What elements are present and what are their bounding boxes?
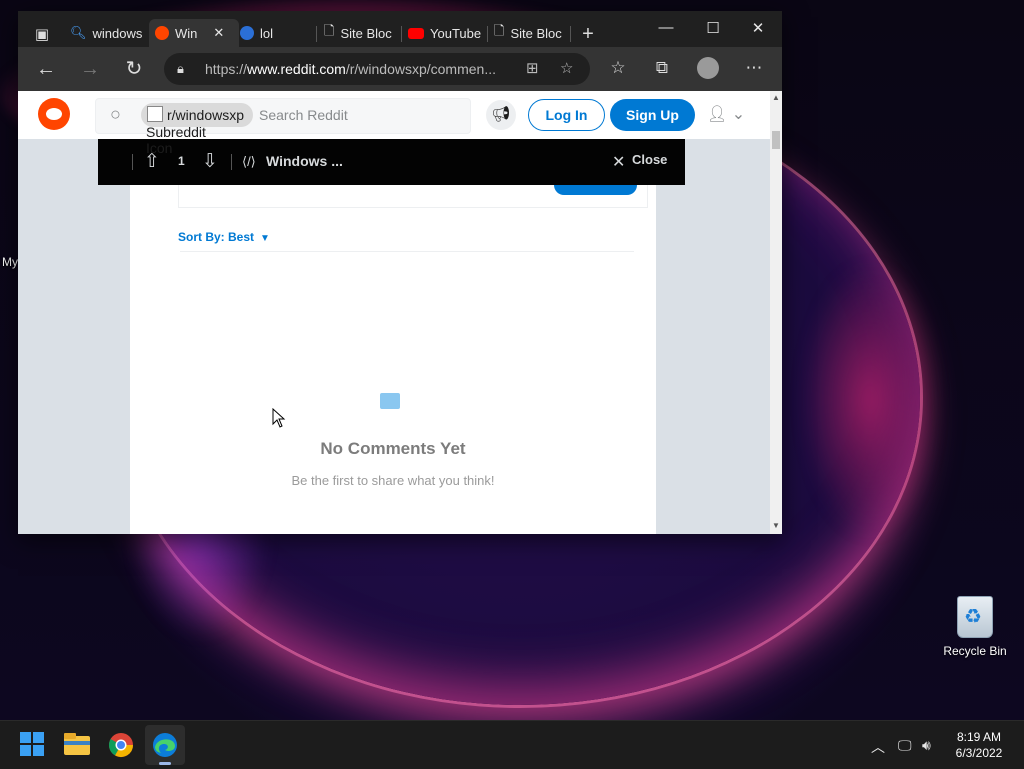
tab-separator <box>570 26 571 42</box>
tab-label: Site Bloc <box>510 25 562 41</box>
login-button[interactable]: Log In <box>528 99 605 131</box>
url-text[interactable]: https://www.reddit.com/r/windowsxp/comme… <box>205 53 510 85</box>
app-available-icon[interactable]: ⊞ <box>526 53 539 85</box>
scroll-thumb[interactable] <box>772 131 780 149</box>
recycle-bin-icon <box>957 596 993 638</box>
clock-date: 6/3/2022 <box>955 746 1003 760</box>
broken-image-icon <box>147 106 163 122</box>
tab-label: lol <box>260 25 274 41</box>
tab-separator <box>401 26 402 42</box>
page-icon: 🗋 <box>324 23 335 38</box>
windows-start-icon[interactable] <box>19 731 47 759</box>
comments-card: Sort By: Best ▼ No Comments Yet Be the fi… <box>130 185 656 534</box>
profile-avatar[interactable] <box>697 57 719 79</box>
overlay-separator <box>132 154 133 170</box>
advertise-megaphone-icon[interactable]: 📢︎ <box>486 100 516 130</box>
divider <box>180 251 634 252</box>
active-indicator <box>159 762 171 765</box>
subreddit-chip-label: r/windowsxp <box>167 107 245 123</box>
tab-label: Site Bloc <box>340 25 392 41</box>
recycle-bin-label: Recycle Bin <box>943 644 1007 658</box>
close-window-icon[interactable]: ✕ <box>736 19 780 37</box>
more-menu-icon[interactable]: ⋯ <box>742 58 766 78</box>
edge-icon <box>153 733 177 757</box>
tab-actions-icon[interactable]: ▣ <box>30 25 54 43</box>
volume-icon[interactable]: 🔊︎ <box>922 737 931 754</box>
tab-lol[interactable]: lol <box>240 19 320 47</box>
vote-count: 1 <box>178 154 185 168</box>
tab-label: YouTube <box>430 25 482 41</box>
recycle-bin-shortcut[interactable]: Recycle Bin <box>940 596 1010 658</box>
search-input[interactable]: Search Reddit <box>259 107 348 123</box>
show-hidden-icons[interactable]: ︿ <box>871 737 885 757</box>
forward-icon[interactable]: → <box>78 57 102 81</box>
taskbar-clock[interactable]: 8:19 AM 6/3/2022 <box>946 729 1012 761</box>
sort-dropdown[interactable]: Sort By: Best ▼ <box>178 230 270 244</box>
chrome-icon[interactable] <box>107 731 135 759</box>
clock-time: 8:19 AM <box>956 730 1002 744</box>
taskbar: ︿ 🖵︎ 🔊︎ 8:19 AM 6/3/2022 <box>0 720 1024 769</box>
page-viewport: ○ r/windowsxp Search Reddit 📢︎ Log In Si… <box>18 91 782 534</box>
scroll-down-icon[interactable]: ▼ <box>772 521 780 530</box>
minimize-icon[interactable]: — <box>644 19 688 36</box>
tab-label: windows <box>92 25 143 41</box>
reddit-header: ○ r/windowsxp Search Reddit 📢︎ Log In Si… <box>18 91 770 139</box>
tab-separator <box>487 26 488 42</box>
tab-site-blocker-2[interactable]: 🗋 Site Bloc <box>494 19 566 47</box>
new-tab-icon[interactable]: + <box>576 23 600 46</box>
collections-icon[interactable]: ⧉ <box>650 58 674 78</box>
post-title[interactable]: Windows ... <box>266 153 343 169</box>
file-explorer-icon[interactable] <box>63 731 91 759</box>
close-button[interactable]: Close <box>632 152 667 167</box>
back-icon[interactable]: ← <box>34 57 58 81</box>
caret-down-icon: ▼ <box>260 233 270 244</box>
reddit-icon <box>155 26 169 40</box>
url-path: /r/windowsxp/commen... <box>345 61 497 77</box>
reddit-logo-icon[interactable] <box>38 98 70 130</box>
search-icon: 🔍︎ <box>70 25 87 40</box>
tab-separator <box>316 26 317 42</box>
favorites-icon[interactable]: ☆ <box>606 58 630 78</box>
subreddit-icon-alt-text: Subreddit Icon <box>146 124 206 156</box>
search-icon: ○ <box>110 104 121 124</box>
tab-windows[interactable]: 🔍︎ windows <box>70 19 152 47</box>
add-favorite-icon[interactable]: ☆ <box>560 53 573 85</box>
url-host: www.reddit.com <box>247 61 346 77</box>
lock-icon[interactable]: 🔒︎ <box>177 53 184 85</box>
scroll-up-icon[interactable]: ▲ <box>772 93 780 102</box>
tab-reddit-active[interactable]: Win ✕ <box>149 19 239 47</box>
tab-youtube[interactable]: YouTube <box>408 19 488 47</box>
maximize-icon[interactable]: ☐ <box>691 19 735 37</box>
comment-box[interactable] <box>178 185 648 208</box>
edge-icon <box>240 26 254 40</box>
signup-button[interactable]: Sign Up <box>610 99 695 131</box>
network-icon[interactable]: 🖵︎ <box>898 737 912 754</box>
tab-site-blocker-1[interactable]: 🗋 Site Bloc <box>324 19 398 47</box>
tab-strip: ▣ 🔍︎ windows Win ✕ lol 🗋 Site Bloc YouTu… <box>18 11 782 47</box>
address-bar[interactable]: 🔒︎ https://www.reddit.com/r/windowsxp/co… <box>164 53 590 85</box>
comments-icon <box>380 393 404 413</box>
wallpaper-glow-right <box>800 260 940 540</box>
tab-label: Win <box>175 25 198 41</box>
youtube-icon <box>408 27 424 39</box>
close-tab-icon[interactable]: ✕ <box>213 25 224 41</box>
edge-browser-window: ▣ 🔍︎ windows Win ✕ lol 🗋 Site Bloc YouTu… <box>18 11 782 534</box>
desktop-icon-label-partial[interactable]: My <box>2 255 18 269</box>
no-comments-title: No Comments Yet <box>320 439 466 458</box>
page-scrollbar[interactable]: ▲ ▼ <box>770 91 782 534</box>
page-icon: 🗋 <box>494 23 505 38</box>
mouse-cursor-icon <box>272 408 286 428</box>
user-menu-icon[interactable]: 👤︎ ⌄ <box>707 104 745 124</box>
text-post-icon: ⟨/⟩ <box>242 154 256 169</box>
overlay-separator <box>231 154 232 170</box>
browser-toolbar: ← → ↻ 🔒︎ https://www.reddit.com/r/window… <box>18 47 782 91</box>
refresh-icon[interactable]: ↻ <box>122 57 146 81</box>
url-scheme: https:// <box>205 61 248 77</box>
comment-submit-button[interactable] <box>554 185 637 195</box>
no-comments-subtitle: Be the first to share what you think! <box>291 473 495 488</box>
sort-label: Sort By: Best <box>178 230 255 244</box>
close-icon[interactable]: ✕ <box>612 152 625 172</box>
edge-taskbar-button[interactable] <box>145 725 185 765</box>
